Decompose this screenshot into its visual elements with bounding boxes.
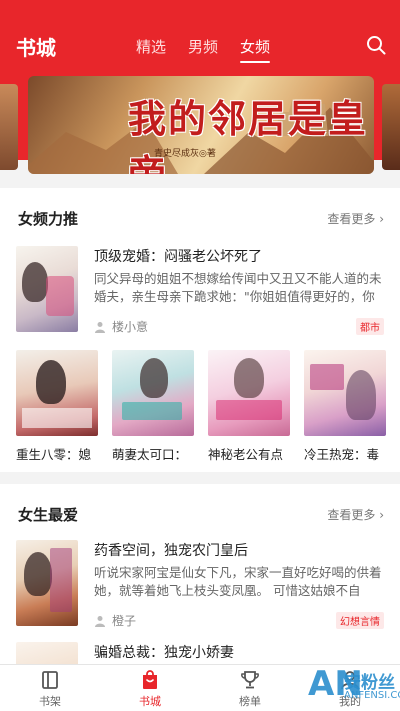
banner-next-peek[interactable] [382,84,400,170]
featured-book[interactable]: 药香空间，独宠农门皇后 听说宋家阿宝是仙女下凡，宋家一直好吃好喝的供着她，就等着… [16,540,384,630]
see-more-link[interactable]: 查看更多 › [327,210,384,227]
page-title: 书城 [16,36,56,60]
book-cover [16,540,78,626]
book-name: 萌妻太可口： [112,447,188,462]
see-more-link[interactable]: 查看更多 › [327,506,384,523]
book-name: 冷王热宠：毒 [304,447,380,462]
banner-carousel[interactable]: 我的邻居是皇帝 青史尽成灰◎著 [0,76,400,174]
site-watermark: AN 安粉丝 ANFENSI.COM [308,664,400,711]
book-card[interactable]: 萌妻太可口： [112,350,194,462]
book-card[interactable]: 神秘老公有点 [208,350,290,462]
book-description: 听说宋家阿宝是仙女下凡，宋家一直好吃好喝的供着她，就等着她飞上枝头变凤凰。 可惜… [94,565,382,598]
bookshelf-icon [42,671,58,689]
author-name: 楼小意 [112,320,149,334]
book-cover [16,246,78,332]
see-more-label: 查看更多 [327,508,376,522]
channel-tabs: 精选 男频 女频 [136,36,292,63]
featured-book[interactable]: 顶级宠婚：闷骚老公坏死了 同父异母的姐姐不想嫁给传闻中又丑又不能人道的未婚夫，亲… [16,246,384,336]
banner-author: 青史尽成灰◎著 [154,149,216,159]
banner-slide[interactable]: 我的邻居是皇帝 青史尽成灰◎著 [28,76,374,174]
book-name: 神秘老公有点 [208,447,284,462]
featured-book[interactable]: 骗婚总裁：独宠小娇妻 [16,642,384,664]
book-description: 同父异母的姐姐不想嫁给传闻中又丑又不能人道的未婚夫，亲生母亲下跪求她："你姐姐值… [94,271,382,304]
book-card[interactable]: 重生八零：媳 [16,350,98,462]
nav-label: 书架 [39,695,61,708]
book-title: 顶级宠婚：闷骚老公坏死了 [94,249,262,265]
search-icon[interactable] [365,34,387,56]
book-cover [112,350,194,436]
book-title: 药香空间，独宠农门皇后 [94,543,248,559]
genre-tag: 都市 [356,318,384,335]
nav-bookstore[interactable]: 书城 [110,669,190,709]
tab-female[interactable]: 女频 [240,36,271,63]
bookstore-bag-icon [143,670,157,689]
chevron-right-icon: › [379,508,384,522]
see-more-label: 查看更多 [327,212,376,226]
book-cover [16,350,98,436]
nav-label: 榜单 [239,695,261,708]
nav-label: 书城 [139,695,161,708]
book-grid: 重生八零：媳 萌妻太可口： 神秘老公有点 冷王热宠：毒 [16,350,386,462]
watermark-url: ANFENSI.COM [344,690,400,701]
person-icon [95,615,105,627]
book-author: 楼小意 [94,318,148,335]
nav-rankings[interactable]: 榜单 [210,669,290,709]
nav-bookshelf[interactable]: 书架 [10,669,90,709]
bookstore-screen: 书城 精选 男频 女频 我的邻居是皇帝 青史尽成灰◎著 女频力推 查看更多 › [0,0,400,711]
book-name: 重生八零：媳 [16,447,92,462]
chevron-right-icon: › [379,212,384,226]
book-author: 橙子 [94,612,136,629]
tab-male[interactable]: 男频 [188,36,218,63]
person-icon [95,321,105,333]
tab-featured[interactable]: 精选 [136,36,166,63]
banner-title: 我的邻居是皇帝 [128,96,369,174]
banner-prev-peek[interactable] [0,84,18,170]
section-girls-love: 女生最爱 查看更多 › 药香空间，独宠农门皇后 听说宋家阿宝是仙女下凡，宋家一直… [0,484,400,664]
section-title: 女生最爱 [18,506,79,524]
genre-tag: 幻想言情 [336,612,384,629]
book-cover [304,350,386,436]
book-card[interactable]: 冷王热宠：毒 [304,350,386,462]
trophy-icon [241,671,259,689]
book-cover [16,642,78,664]
book-cover [208,350,290,436]
book-title: 骗婚总裁：独宠小娇妻 [94,645,234,661]
section-female-push: 女频力推 查看更多 › 顶级宠婚：闷骚老公坏死了 同父异母的姐姐不想嫁给传闻中又… [0,188,400,472]
section-title: 女频力推 [18,210,79,228]
author-name: 橙子 [112,614,137,628]
